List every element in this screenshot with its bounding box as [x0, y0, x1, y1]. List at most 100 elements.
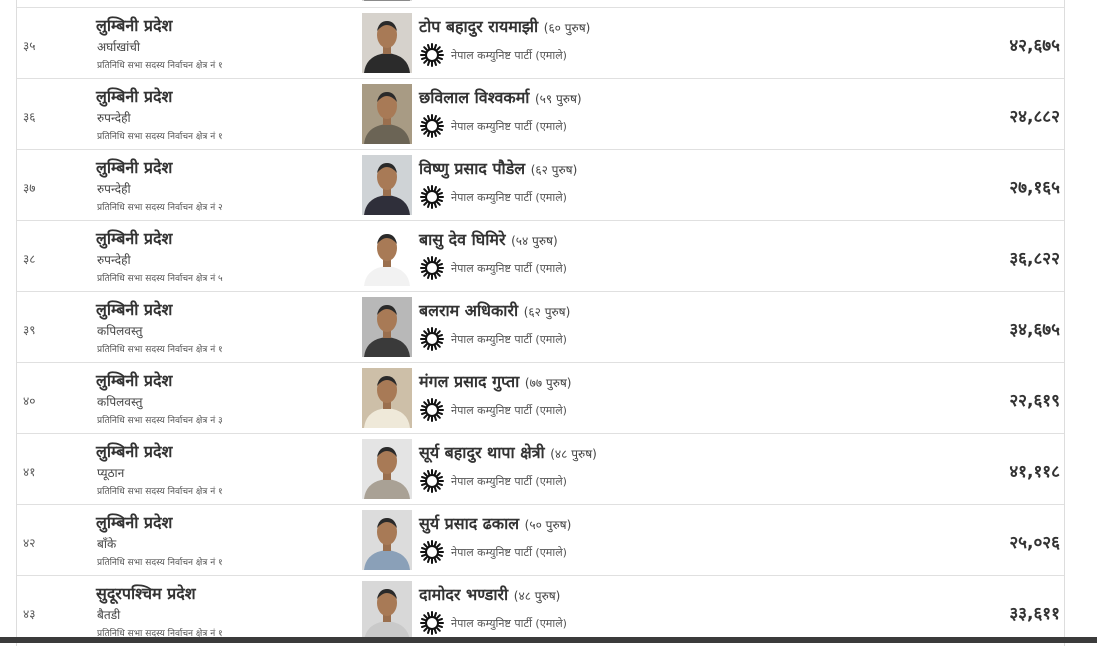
- candidate-photo: [362, 510, 412, 570]
- table-row: ३९ लुम्बिनी प्रदेश कपिलवस्तु प्रतिनिधि स…: [17, 291, 1064, 362]
- candidate-photo: [362, 13, 412, 73]
- district-name: अर्घाखांची: [97, 40, 141, 54]
- results-table: ३५ लुम्बिनी प्रदेश अर्घाखांची प्रतिनिधि …: [16, 0, 1065, 646]
- constituency-name: प्रतिनिधि सभा सदस्य निर्वाचन क्षेत्र नं …: [97, 61, 223, 71]
- party-name: नेपाल कम्युनिष्ट पार्टी (एमाले): [451, 262, 567, 275]
- constituency-name: प्रतिनिधि सभा सदस्य निर्वाचन क्षेत्र नं …: [97, 416, 223, 426]
- province-link[interactable]: लुम्बिनी प्रदेश: [96, 440, 172, 462]
- serial-number: ३७: [23, 181, 36, 195]
- party-name: नेपाल कम्युनिष्ट पार्टी (एमाले): [451, 546, 567, 559]
- age-gender: (४८ पुरुष): [513, 589, 561, 603]
- sun-icon: [420, 398, 444, 422]
- candidate-name-link[interactable]: सूर्य बहादुर थापा क्षेत्री (४८ पुरुष): [419, 441, 597, 463]
- candidate-name-link[interactable]: सुर्य प्रसाद ढकाल (५० पुरुष): [419, 512, 571, 534]
- province-link[interactable]: सुदूरपश्चिम प्रदेश: [96, 582, 196, 604]
- age-gender: (५९ पुरुष): [534, 92, 582, 106]
- table-row: ४२ लुम्बिनी प्रदेश बाँके प्रतिनिधि सभा स…: [17, 504, 1064, 575]
- age-gender: (४८ पुरुष): [550, 447, 597, 461]
- district-name: कपिलवस्तु: [97, 395, 143, 409]
- vote-count: ३६,८२२: [1009, 249, 1060, 269]
- district-name: रुपन्देही: [97, 111, 131, 125]
- candidate-name[interactable]: सूर्य बहादुर थापा क्षेत्री: [419, 443, 545, 462]
- candidate-photo: [362, 226, 412, 286]
- candidate-photo: [362, 155, 412, 215]
- candidate-name[interactable]: दामोदर भण्डारी: [419, 585, 508, 604]
- vote-count: २७,१६५: [1009, 178, 1060, 198]
- vote-count: २५,०२६: [1009, 533, 1060, 553]
- candidate-photo: [362, 368, 412, 428]
- sun-icon: [420, 327, 444, 351]
- serial-number: ४३: [23, 607, 36, 621]
- candidate-photo: [362, 84, 412, 144]
- province-link[interactable]: लुम्बिनी प्रदेश: [96, 14, 172, 36]
- age-gender: (५४ पुरुष): [511, 234, 558, 248]
- candidate-name-link[interactable]: दामोदर भण्डारी (४८ पुरुष): [419, 583, 560, 605]
- candidate-photo: [362, 297, 412, 357]
- age-gender: (६२ पुरुष): [530, 163, 578, 177]
- district-name: बैतडी: [97, 608, 121, 622]
- party-name: नेपाल कम्युनिष्ट पार्टी (एमाले): [451, 475, 567, 488]
- serial-number: ४०: [23, 394, 36, 408]
- candidate-name[interactable]: बासु देव घिमिरे: [419, 230, 506, 249]
- table-row: ३७ लुम्बिनी प्रदेश रुपन्देही प्रतिनिधि स…: [17, 149, 1064, 220]
- sun-icon: [420, 43, 444, 67]
- bottom-scrollbar[interactable]: [0, 637, 1097, 643]
- serial-number: ३५: [23, 39, 36, 53]
- candidate-photo: [362, 0, 412, 1]
- serial-number: ४२: [23, 536, 36, 550]
- party-name: नेपाल कम्युनिष्ट पार्टी (एमाले): [451, 120, 567, 133]
- table-row: ४१ लुम्बिनी प्रदेश प्यूठान प्रतिनिधि सभा…: [17, 433, 1064, 504]
- constituency-name: प्रतिनिधि सभा सदस्य निर्वाचन क्षेत्र नं …: [97, 203, 223, 213]
- party-name: नेपाल कम्युनिष्ट पार्टी (एमाले): [451, 49, 567, 62]
- candidate-name-link[interactable]: विष्णु प्रसाद पौडेल (६२ पुरुष): [419, 157, 577, 179]
- table-row: ३८ लुम्बिनी प्रदेश रुपन्देही प्रतिनिधि स…: [17, 220, 1064, 291]
- candidate-name[interactable]: बलराम अधिकारी: [419, 301, 518, 320]
- sun-icon: [420, 256, 444, 280]
- sun-icon: [420, 469, 444, 493]
- serial-number: ३९: [23, 323, 36, 337]
- constituency-name: प्रतिनिधि सभा सदस्य निर्वाचन क्षेत्र नं …: [97, 487, 223, 497]
- vote-count: ३३,६११: [1009, 604, 1060, 624]
- district-name: बाँके: [97, 537, 117, 551]
- candidate-name-link[interactable]: टोप बहादुर रायमाझी (६० पुरुष): [419, 15, 590, 37]
- constituency-name: प्रतिनिधि सभा सदस्य निर्वाचन क्षेत्र नं …: [97, 132, 223, 142]
- province-link[interactable]: लुम्बिनी प्रदेश: [96, 298, 172, 320]
- candidate-name[interactable]: टोप बहादुर रायमाझी: [419, 17, 538, 36]
- candidate-name-link[interactable]: बलराम अधिकारी (६२ पुरुष): [419, 299, 570, 321]
- constituency-name: प्रतिनिधि सभा सदस्य निर्वाचन क्षेत्र नं …: [97, 274, 223, 284]
- age-gender: (६० पुरुष): [543, 21, 591, 35]
- age-gender: (७७ पुरुष): [524, 376, 572, 390]
- district-name: रुपन्देही: [97, 253, 131, 267]
- table-row: ४३ सुदूरपश्चिम प्रदेश बैतडी प्रतिनिधि सभ…: [17, 575, 1064, 646]
- sun-icon: [420, 611, 444, 635]
- constituency-name: प्रतिनिधि सभा सदस्य निर्वाचन क्षेत्र नं …: [97, 345, 223, 355]
- candidate-name-link[interactable]: मंगल प्रसाद गुप्ता (७७ पुरुष): [419, 370, 572, 392]
- province-link[interactable]: लुम्बिनी प्रदेश: [96, 369, 172, 391]
- serial-number: ४१: [23, 465, 36, 479]
- candidate-name-link[interactable]: छविलाल विश्वकर्मा (५९ पुरुष): [419, 86, 582, 108]
- province-link[interactable]: लुम्बिनी प्रदेश: [96, 227, 172, 249]
- province-link[interactable]: लुम्बिनी प्रदेश: [96, 156, 172, 178]
- constituency-name: प्रतिनिधि सभा सदस्य निर्वाचन क्षेत्र नं …: [97, 558, 223, 568]
- province-link[interactable]: लुम्बिनी प्रदेश: [96, 85, 172, 107]
- party-name: नेपाल कम्युनिष्ट पार्टी (एमाले): [451, 191, 567, 204]
- candidate-name[interactable]: मंगल प्रसाद गुप्ता: [419, 372, 519, 391]
- district-name: रुपन्देही: [97, 182, 131, 196]
- candidate-photo: [362, 439, 412, 499]
- candidate-name[interactable]: सुर्य प्रसाद ढकाल: [419, 514, 519, 533]
- candidate-name[interactable]: विष्णु प्रसाद पौडेल: [419, 159, 525, 178]
- province-link[interactable]: लुम्बिनी प्रदेश: [96, 511, 172, 533]
- sun-icon: [420, 114, 444, 138]
- district-name: प्यूठान: [97, 466, 125, 480]
- table-row: [17, 0, 1064, 7]
- sun-icon: [420, 185, 444, 209]
- vote-count: २२,६१९: [1009, 391, 1060, 411]
- table-row: ३६ लुम्बिनी प्रदेश रुपन्देही प्रतिनिधि स…: [17, 78, 1064, 149]
- candidate-name-link[interactable]: बासु देव घिमिरे (५४ पुरुष): [419, 228, 558, 250]
- table-row: ४० लुम्बिनी प्रदेश कपिलवस्तु प्रतिनिधि स…: [17, 362, 1064, 433]
- candidate-photo: [362, 581, 412, 641]
- candidate-name[interactable]: छविलाल विश्वकर्मा: [419, 88, 529, 107]
- age-gender: (५० पुरुष): [524, 518, 572, 532]
- table-row: ३५ लुम्बिनी प्रदेश अर्घाखांची प्रतिनिधि …: [17, 7, 1064, 78]
- party-name: नेपाल कम्युनिष्ट पार्टी (एमाले): [451, 617, 567, 630]
